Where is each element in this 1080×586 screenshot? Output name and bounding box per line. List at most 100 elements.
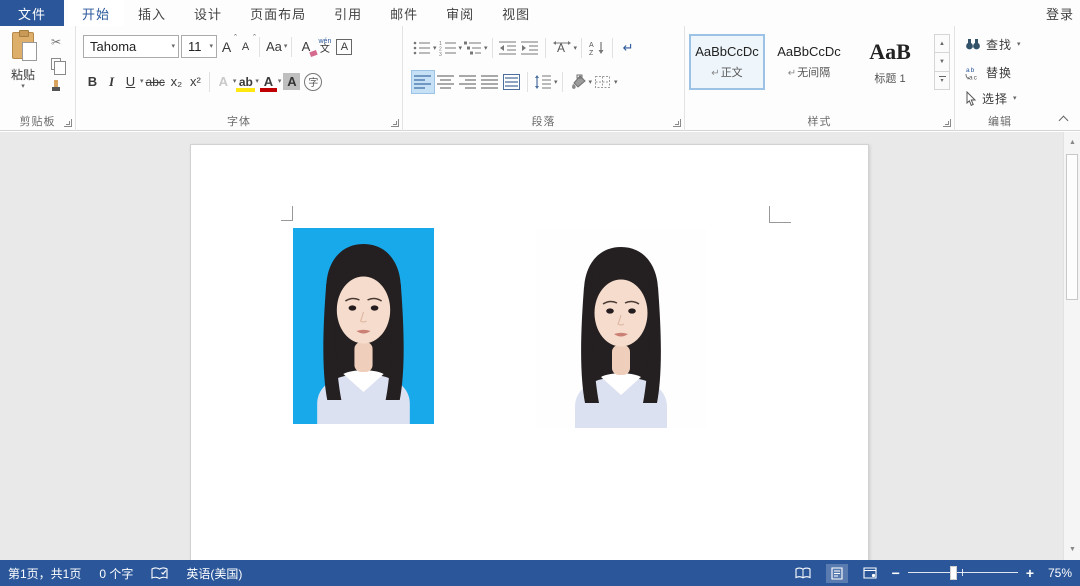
scrollbar-down-icon[interactable]: ▼	[1064, 541, 1080, 558]
replace-button[interactable]: abac 替换	[965, 64, 1012, 81]
underline-button[interactable]: U	[121, 70, 140, 93]
increase-indent-button[interactable]	[519, 36, 541, 60]
shrink-font-button[interactable]: A	[236, 35, 255, 58]
font-group-label: 字体	[76, 113, 402, 129]
font-color-button[interactable]: A	[259, 70, 278, 93]
asian-layout-icon: A	[552, 40, 572, 56]
web-layout-button[interactable]	[858, 564, 882, 582]
cut-icon[interactable]: ✂	[48, 34, 64, 49]
decrease-indent-button[interactable]	[497, 36, 519, 60]
align-center-button[interactable]	[435, 70, 457, 94]
strikethrough-button[interactable]: abc	[144, 70, 167, 93]
style-heading-1[interactable]: AaB 标题 1	[851, 34, 929, 90]
asian-layout-dropdown-arrow[interactable]: ▾	[574, 45, 578, 52]
zoom-in-icon[interactable]: +	[1026, 566, 1034, 580]
proofing-status[interactable]	[151, 567, 168, 580]
font-dialog-launcher-icon[interactable]	[391, 119, 399, 127]
tab-insert[interactable]: 插入	[124, 0, 180, 26]
word-count-status[interactable]: 0 个字	[99, 565, 133, 582]
zoom-slider[interactable]	[908, 566, 1018, 580]
replace-icon: abac	[965, 66, 981, 80]
asian-layout-button[interactable]: A	[550, 36, 574, 60]
page-number-status[interactable]: 第1页，共1页	[8, 565, 81, 582]
sign-in-button[interactable]: 登录	[1046, 0, 1074, 26]
scrollbar-up-icon[interactable]: ▲	[1064, 134, 1080, 151]
zoom-out-icon[interactable]: −	[892, 566, 900, 580]
justify-button[interactable]	[479, 70, 501, 94]
subscript-button[interactable]: x₂	[167, 70, 186, 93]
multilevel-list-button[interactable]	[462, 36, 484, 60]
superscript-button[interactable]: x²	[186, 70, 205, 93]
find-dropdown-arrow[interactable]: ▾	[1017, 41, 1022, 48]
tab-mailings[interactable]: 邮件	[376, 0, 432, 26]
tab-page-layout[interactable]: 页面布局	[236, 0, 320, 26]
paragraph-group: ▾ 123 ▾ ▾ A ▾	[403, 26, 685, 131]
highlight-button[interactable]: ab	[236, 70, 255, 93]
tab-view[interactable]: 视图	[488, 0, 544, 26]
align-right-button[interactable]	[457, 70, 479, 94]
id-photo-white-background[interactable]	[536, 229, 706, 428]
font-size-combo[interactable]: 11 ▾	[181, 35, 217, 58]
font-size-dropdown-arrow[interactable]: ▾	[209, 43, 213, 50]
tab-design[interactable]: 设计	[180, 0, 236, 26]
numbering-button[interactable]: 123	[437, 36, 459, 60]
separator	[209, 72, 210, 92]
id-photo-blue-background[interactable]	[293, 228, 434, 424]
tab-file[interactable]: 文件	[0, 0, 64, 26]
line-spacing-dropdown-arrow[interactable]: ▾	[554, 79, 558, 86]
multilevel-list-dropdown-arrow[interactable]: ▾	[484, 45, 488, 52]
borders-dropdown-arrow[interactable]: ▾	[614, 79, 618, 86]
clipboard-dialog-launcher-icon[interactable]	[64, 119, 72, 127]
print-layout-button[interactable]	[826, 564, 848, 583]
style-normal[interactable]: AaBbCcDc ↵正文	[689, 34, 765, 90]
collapse-ribbon-icon[interactable]	[1058, 114, 1070, 124]
show-hide-mark-button[interactable]: ↵	[617, 36, 639, 60]
style-no-spacing[interactable]: AaBbCcDc ↵无间隔	[771, 34, 847, 90]
styles-gallery-more-icon[interactable]: ▾	[934, 72, 950, 90]
character-border-button[interactable]: A	[334, 35, 354, 58]
italic-button[interactable]: I	[102, 70, 121, 93]
grow-font-button[interactable]: A	[217, 35, 236, 58]
styles-scroll-down-icon[interactable]: ▼	[934, 53, 950, 71]
styles-scroll-up-icon[interactable]: ▲	[934, 34, 950, 53]
tab-references[interactable]: 引用	[320, 0, 376, 26]
select-dropdown-arrow[interactable]: ▾	[1013, 95, 1018, 102]
format-painter-icon[interactable]	[48, 78, 64, 93]
sort-button[interactable]: AZ	[586, 36, 608, 60]
styles-dialog-launcher-icon[interactable]	[943, 119, 951, 127]
editing-group-label: 编辑	[955, 113, 1045, 129]
align-left-button[interactable]	[411, 70, 435, 94]
line-spacing-button[interactable]	[532, 70, 554, 94]
paragraph-dialog-launcher-icon[interactable]	[673, 119, 681, 127]
bullets-button[interactable]	[411, 36, 433, 60]
phonetic-guide-button[interactable]: wén 文	[315, 35, 334, 58]
shading-button[interactable]	[567, 70, 589, 94]
distributed-button[interactable]	[501, 70, 523, 94]
read-mode-button[interactable]	[790, 564, 816, 582]
font-name-dropdown-arrow[interactable]: ▾	[171, 43, 175, 50]
copy-icon[interactable]	[48, 56, 64, 71]
change-case-button[interactable]: Aa	[264, 35, 284, 58]
document-canvas[interactable]: ▲ ▼	[0, 132, 1080, 560]
clear-formatting-button[interactable]: A	[296, 35, 315, 58]
text-effects-button[interactable]: A	[214, 70, 233, 93]
font-name-combo[interactable]: Tahoma ▾	[83, 35, 179, 58]
tab-home[interactable]: 开始	[68, 0, 124, 26]
enclose-characters-button[interactable]: 字	[302, 70, 324, 93]
find-button[interactable]: 查找 ▾	[965, 36, 1022, 53]
bold-button[interactable]: B	[83, 70, 102, 93]
tab-review[interactable]: 审阅	[432, 0, 488, 26]
select-button[interactable]: 选择 ▾	[965, 90, 1018, 107]
vertical-scrollbar[interactable]: ▲ ▼	[1063, 132, 1080, 560]
clipboard-group: 粘贴 ▾ ✂ 剪贴板	[0, 26, 76, 131]
paste-button[interactable]: 粘贴 ▾	[6, 32, 40, 110]
borders-button[interactable]	[592, 70, 614, 94]
scrollbar-thumb[interactable]	[1066, 154, 1078, 300]
change-case-dropdown-arrow[interactable]: ▾	[284, 43, 288, 50]
document-page[interactable]	[190, 144, 869, 560]
zoom-level[interactable]: 75%	[1042, 566, 1072, 580]
language-status[interactable]: 英语(美国)	[186, 565, 242, 582]
zoom-slider-thumb[interactable]	[950, 566, 957, 580]
character-shading-button[interactable]: A	[281, 70, 302, 93]
paste-dropdown-arrow[interactable]: ▾	[21, 83, 25, 90]
